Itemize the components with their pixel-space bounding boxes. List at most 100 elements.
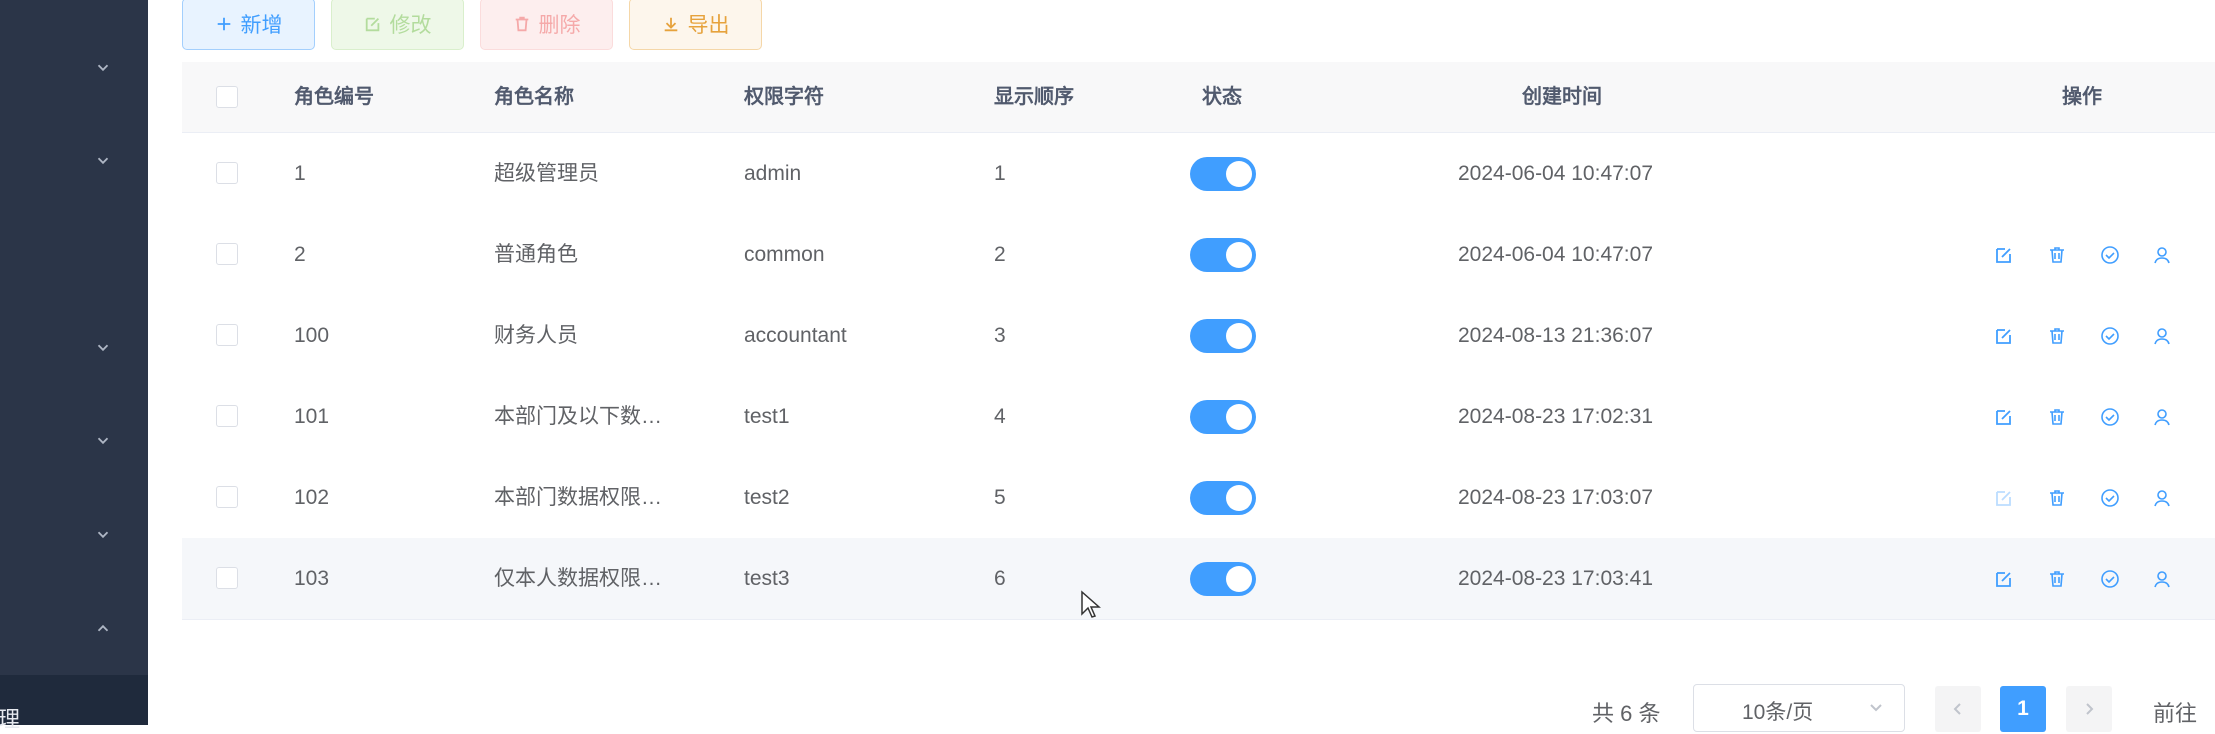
chevron-left-icon [1953,703,1961,715]
chevron-up-icon[interactable] [92,617,114,639]
row-checkbox[interactable] [216,405,238,427]
edit-icon[interactable] [1993,487,2015,509]
plus-icon [217,17,230,31]
user-icon[interactable] [2151,568,2173,590]
add-button[interactable]: 新增 [182,0,315,50]
edit-icon[interactable] [1993,406,2015,428]
table-row[interactable]: 1 超级管理员 admin 1 2024-06-04 10:47:07 [182,133,2215,215]
cell-sort: 6 [994,567,1006,590]
cell-role-id: 100 [294,324,330,347]
sidebar: 理 [0,0,148,732]
trash-icon[interactable] [2046,568,2068,590]
cell-sort: 2 [994,243,1006,266]
user-icon[interactable] [2151,325,2173,347]
row-checkbox[interactable] [216,243,238,265]
row-checkbox[interactable] [216,486,238,508]
export-button-label: 导出 [687,14,730,37]
delete-button-label: 删除 [538,14,581,37]
status-toggle[interactable] [1190,400,1256,434]
table-row[interactable]: 2 普通角色 common 2 2024-06-04 10:47:07 [182,214,2215,296]
toggle-knob [1226,161,1252,187]
table-row[interactable]: 102 本部门数据权限… test2 5 2024-08-23 17:03:07 [182,457,2215,539]
cell-role-id: 2 [294,243,306,266]
edit-icon[interactable] [1993,325,2015,347]
column-header-role-id[interactable]: 角色编号 [294,62,374,132]
cell-role-id: 102 [294,486,330,509]
cell-create-time: 2024-08-23 17:03:07 [1458,486,1653,509]
cell-role-key: test3 [744,567,790,590]
column-header-actions: 操作 [2062,86,2102,108]
cell-role-name: 超级管理员 [494,162,599,185]
cell-role-name: 本部门数据权限… [494,486,662,509]
cell-sort: 5 [994,486,1006,509]
mouse-cursor-icon [1081,590,1101,618]
chevron-down-icon[interactable] [92,430,114,452]
trash-icon[interactable] [2046,325,2068,347]
user-icon[interactable] [2151,406,2173,428]
export-button[interactable]: 导出 [629,0,762,50]
edit-button[interactable]: 修改 [331,0,464,50]
page-size-value: 10条/页 [1742,701,1814,724]
edit-icon[interactable] [1993,568,2015,590]
chevron-down-icon [1870,704,1882,712]
edit-icon [365,17,379,32]
sidebar-active-item[interactable] [0,675,148,725]
delete-button[interactable]: 删除 [480,0,613,50]
chevron-down-icon[interactable] [92,57,114,79]
chevron-down-icon[interactable] [92,524,114,546]
circle-check-icon[interactable] [2099,244,2121,266]
status-toggle[interactable] [1190,157,1256,191]
toggle-knob [1226,485,1252,511]
status-toggle[interactable] [1190,238,1256,272]
page-number-button[interactable]: 1 [2000,686,2046,732]
prev-page-button[interactable] [1935,686,1981,732]
table-row[interactable]: 101 本部门及以下数… test1 4 2024-08-23 17:02:31 [182,376,2215,458]
cell-role-name: 仅本人数据权限… [494,567,662,590]
circle-check-icon[interactable] [2099,487,2121,509]
column-header-status[interactable]: 状态 [1202,62,1242,132]
trash-icon[interactable] [2046,487,2068,509]
user-icon[interactable] [2151,244,2173,266]
cell-role-key: admin [744,162,802,185]
toggle-knob [1226,404,1252,430]
column-header-role-key[interactable]: 权限字符 [744,62,824,132]
select-all-checkbox[interactable] [216,86,238,108]
trash-icon[interactable] [2046,244,2068,266]
circle-check-icon[interactable] [2099,406,2121,428]
toggle-knob [1226,323,1252,349]
column-header-role-name[interactable]: 角色名称 [494,62,574,132]
column-header-sort[interactable]: 显示顺序 [994,62,1074,132]
cell-create-time: 2024-06-04 10:47:07 [1458,243,1653,266]
table-header: 角色编号 角色名称 权限字符 显示顺序 状态 创建时间 操作 [182,62,2215,133]
column-header-create-time[interactable]: 创建时间 [1522,62,1602,132]
cell-create-time: 2024-08-13 21:36:07 [1458,324,1653,347]
cell-role-id: 103 [294,567,330,590]
table-row[interactable]: 100 财务人员 accountant 3 2024-08-13 21:36:07 [182,295,2215,377]
add-button-label: 新增 [240,14,283,37]
chevron-down-icon[interactable] [92,337,114,359]
toggle-knob [1226,566,1252,592]
sidebar-item-label[interactable]: 理 [0,702,20,734]
status-toggle[interactable] [1190,562,1256,596]
circle-check-icon[interactable] [2099,325,2121,347]
circle-check-icon[interactable] [2099,568,2121,590]
table-row[interactable]: 103 仅本人数据权限… test3 6 2024-08-23 17:03:41 [182,538,2215,620]
status-toggle[interactable] [1190,319,1256,353]
row-checkbox[interactable] [216,324,238,346]
next-page-button[interactable] [2066,686,2112,732]
row-checkbox[interactable] [216,567,238,589]
status-toggle[interactable] [1190,481,1256,515]
cell-role-name: 普通角色 [494,243,578,266]
goto-label: 前往 [2153,701,2198,726]
chevron-right-icon [2086,703,2094,715]
chevron-down-icon[interactable] [92,150,114,172]
user-icon[interactable] [2151,487,2173,509]
cell-role-key: test2 [744,486,790,509]
row-checkbox[interactable] [216,162,238,184]
edit-icon[interactable] [1993,244,2015,266]
trash-icon[interactable] [2046,406,2068,428]
cell-create-time: 2024-06-04 10:47:07 [1458,162,1653,185]
cell-role-id: 1 [294,162,306,185]
cell-create-time: 2024-08-23 17:02:31 [1458,405,1653,428]
cell-role-name: 财务人员 [494,324,578,347]
